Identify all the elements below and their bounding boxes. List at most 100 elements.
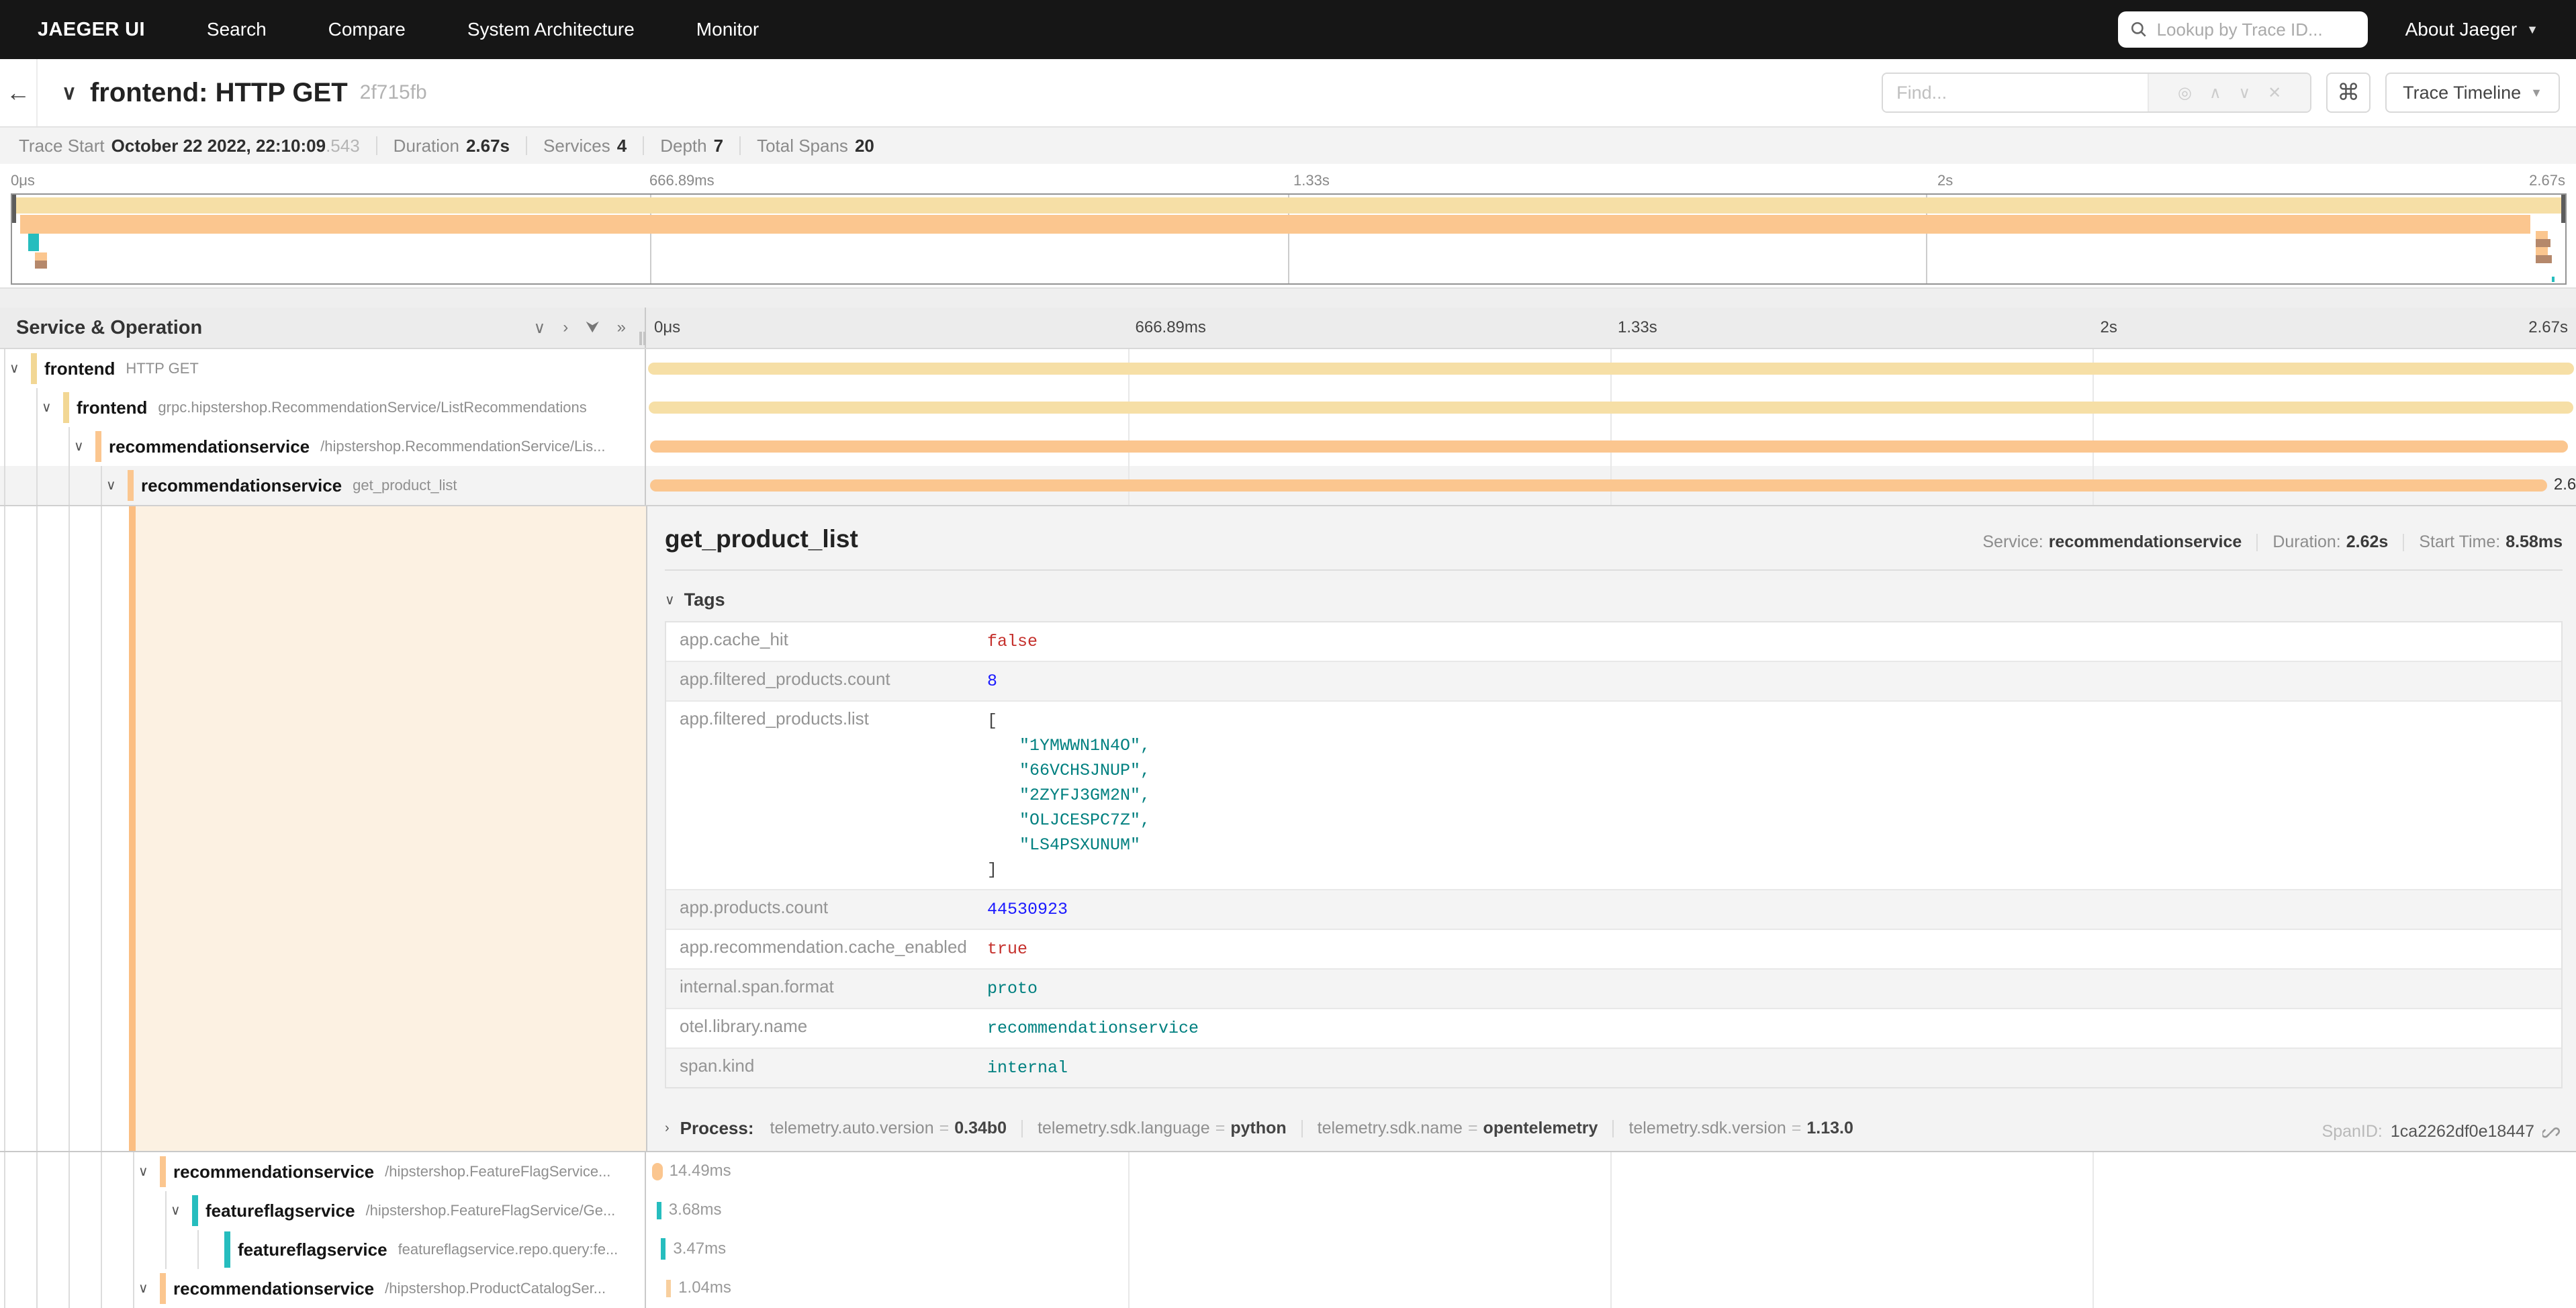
about-jaeger-menu[interactable]: About Jaeger ▼ (2405, 19, 2538, 40)
chevron-down-icon: ∨ (665, 592, 675, 608)
span-bar-cell[interactable]: 1.04ms (646, 1269, 2576, 1308)
chevron-down-icon[interactable]: ∨ (74, 438, 84, 455)
column-resize-grip[interactable] (639, 332, 646, 345)
span-duration-bar[interactable] (650, 479, 2547, 492)
ruler-tick: 2s (2101, 318, 2117, 337)
chevron-down-icon[interactable]: ∨ (138, 1163, 148, 1180)
service-color-bar (224, 1231, 230, 1268)
span-row-featureflagservice-call[interactable]: ∨ recommendationservice /hipstershop.Fea… (0, 1152, 2576, 1191)
service-color-bar (192, 1195, 198, 1226)
trace-minimap[interactable] (11, 193, 2567, 285)
process-section-toggle[interactable]: › Process: telemetry.auto.version=0.34b0… (665, 1118, 2563, 1139)
services-value: 4 (617, 136, 627, 156)
chevron-right-icon: › (665, 1121, 670, 1136)
span-row-featureflagservice-repo-query[interactable]: featureflagservice featureflagservice.re… (0, 1230, 2576, 1269)
view-selector-button[interactable]: Trace Timeline ▼ (2385, 73, 2560, 113)
span-id-label: SpanID: (2322, 1122, 2383, 1141)
minimap-span-bar (2552, 277, 2555, 282)
span-bar-cell[interactable] (646, 427, 2576, 466)
span-duration-bar[interactable] (657, 1202, 661, 1219)
span-duration-bar[interactable] (650, 440, 2569, 453)
collapse-trace-chevron-icon[interactable]: ∨ (62, 81, 77, 105)
minimap-tick-labels: 0μs 666.89ms 1.33s 2s 2.67s (0, 168, 2576, 193)
trace-id-lookup-input[interactable] (2157, 19, 2356, 40)
find-controls: ◎ ∧ ∨ ✕ (2148, 74, 2310, 111)
next-result-icon[interactable]: ∨ (2239, 83, 2251, 103)
prev-result-icon[interactable]: ∧ (2209, 83, 2221, 103)
chevron-down-icon[interactable]: ∨ (106, 477, 116, 494)
span-duration-label: 14.49ms (670, 1162, 731, 1180)
minimap-span-bar (2536, 255, 2552, 263)
tags-section-toggle[interactable]: ∨ Tags (665, 590, 2563, 610)
span-bar-cell[interactable]: 3.68ms (646, 1191, 2576, 1230)
chevron-down-icon[interactable]: ∨ (171, 1202, 181, 1219)
nav-item-compare[interactable]: Compare (328, 19, 406, 40)
focus-icon[interactable]: ◎ (2178, 83, 2192, 103)
clear-find-icon[interactable]: ✕ (2268, 83, 2281, 103)
span-duration-bar[interactable] (666, 1280, 671, 1297)
service-label: Service: (1982, 532, 2043, 552)
minimap-tick: 666.89ms (649, 172, 715, 189)
span-detail-panel: get_product_list Service: recommendation… (646, 506, 2576, 1151)
span-row-frontend-http-get[interactable]: ∨ frontend HTTP GET (0, 349, 2576, 388)
deep-link-icon[interactable] (2542, 1123, 2560, 1141)
nav-item-search[interactable]: Search (207, 19, 267, 40)
span-row-featureflagservice-getflag[interactable]: ∨ featureflagservice /hipstershop.Featur… (0, 1191, 2576, 1230)
start-time-value: 8.58ms (2505, 532, 2563, 552)
span-row-productcatalog-call[interactable]: ∨ recommendationservice /hipstershop.Pro… (0, 1269, 2576, 1308)
expand-one-icon[interactable]: › (563, 318, 568, 338)
service-color-bar (128, 470, 134, 501)
ruler-tick: 666.89ms (1136, 318, 1206, 337)
chevron-down-icon[interactable]: ∨ (42, 399, 52, 416)
span-bar-cell[interactable]: 2.62s (646, 466, 2576, 505)
span-bar-cell[interactable] (646, 349, 2576, 388)
tag-row: app.cache_hit false (666, 622, 2561, 662)
brand-jaeger-ui[interactable]: JAEGER UI (38, 19, 145, 41)
service-operation-header: Service & Operation ∨ › ⮟ » (0, 308, 646, 348)
tag-row: app.filtered_products.count 8 (666, 662, 2561, 702)
duration-label: Duration (394, 136, 459, 156)
ruler-tick: 0μs (654, 318, 680, 337)
minimap-span-bar (2536, 239, 2550, 247)
span-row-get-product-list-selected[interactable]: ∨ recommendationservice get_product_list… (0, 466, 2576, 505)
span-id-value: 1ca2262df0e18447 (2391, 1122, 2534, 1141)
nav-item-system-architecture[interactable]: System Architecture (467, 19, 635, 40)
expand-all-icon[interactable]: » (617, 318, 626, 338)
chevron-down-icon[interactable]: ∨ (9, 360, 19, 377)
keyboard-shortcuts-button[interactable]: ⌘ (2326, 73, 2371, 113)
trace-title: frontend: HTTP GET (90, 78, 348, 108)
active-span-accent-stripe (129, 506, 136, 1151)
span-bar-cell[interactable]: 3.47ms (646, 1230, 2576, 1269)
minimap-tick: 0μs (11, 172, 35, 189)
span-duration-bar[interactable] (661, 1238, 665, 1260)
span-detail-title: get_product_list (665, 525, 858, 553)
timeline-ruler: 0μs 666.89ms 1.33s 2s 2.67s (646, 308, 2576, 348)
depth-label: Depth (660, 136, 706, 156)
search-icon (2130, 21, 2148, 38)
process-kv: telemetry.auto.version=0.34b0 (770, 1119, 1007, 1138)
service-value: recommendationservice (2049, 532, 2242, 552)
find-input[interactable] (1883, 74, 2148, 111)
trace-id-lookup-box[interactable] (2118, 11, 2368, 48)
minimap-left-scrubber[interactable] (12, 195, 16, 223)
tags-table: app.cache_hit false app.filtered_product… (665, 621, 2563, 1088)
span-duration-bar[interactable] (652, 1163, 663, 1180)
process-kv: telemetry.sdk.language=python (1038, 1119, 1287, 1138)
span-duration-bar[interactable] (648, 363, 2574, 375)
span-row-frontend-listrecommendations[interactable]: ∨ frontend grpc.hipstershop.Recommendati… (0, 388, 2576, 427)
minimap-right-scrubber[interactable] (2561, 195, 2565, 223)
minimap-tick: 1.33s (1293, 172, 1330, 189)
span-bar-cell[interactable] (646, 388, 2576, 427)
collapse-all-icon[interactable]: ⮟ (586, 318, 599, 338)
span-bar-cell[interactable]: 14.49ms (646, 1152, 2576, 1191)
trace-summary-bar: Trace Start October 22 2022, 22:10:09 .5… (0, 126, 2576, 164)
service-color-bar (160, 1273, 166, 1304)
process-kv: telemetry.sdk.name=opentelemetry (1318, 1119, 1598, 1138)
collapse-one-icon[interactable]: ∨ (534, 318, 546, 338)
span-row-recommendationservice-list[interactable]: ∨ recommendationservice /hipstershop.Rec… (0, 427, 2576, 466)
nav-item-monitor[interactable]: Monitor (696, 19, 759, 40)
span-duration-label: 1.04ms (678, 1278, 731, 1297)
back-button[interactable]: ← (0, 59, 38, 126)
chevron-down-icon[interactable]: ∨ (138, 1280, 148, 1297)
span-duration-bar[interactable] (649, 402, 2573, 414)
